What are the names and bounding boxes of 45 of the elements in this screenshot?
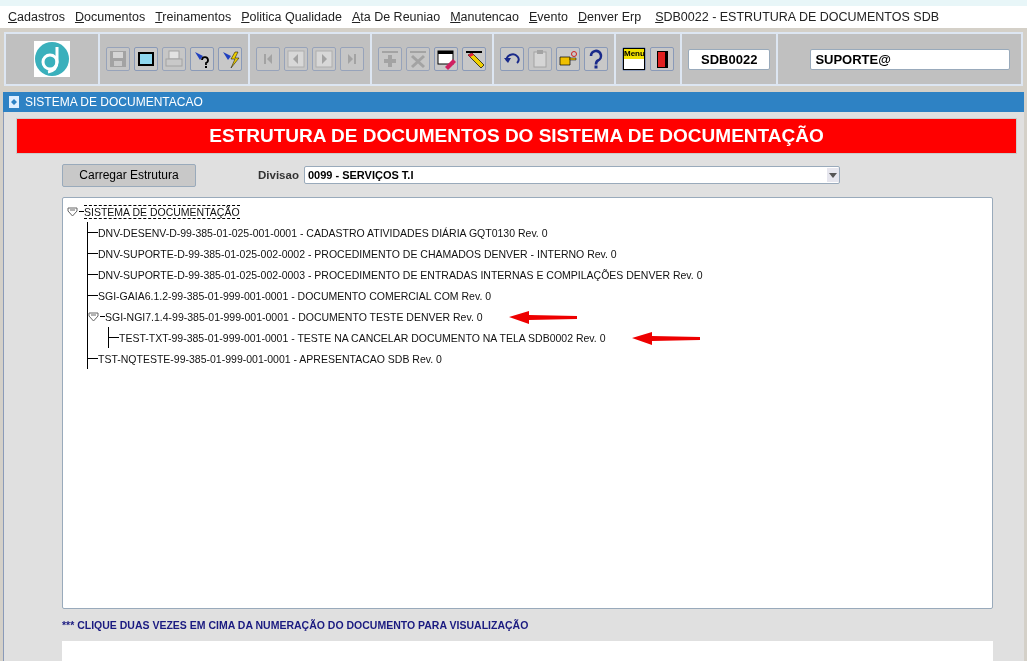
execute-button[interactable] bbox=[218, 47, 242, 71]
next-icon bbox=[313, 48, 335, 70]
exit-button[interactable] bbox=[650, 47, 674, 71]
tree-item[interactable]: DNV-DESENV-D-99-385-01-025-001-0001 - CADASTRO ATIVIDADES DIÁRIA GQT0130 Rev. 0 bbox=[98, 226, 548, 239]
edit-window-icon bbox=[435, 48, 457, 70]
window-title: SDB0022 - ESTRUTURA DE DOCUMENTOS SDB bbox=[655, 10, 940, 24]
tree-item[interactable]: DNV-SUPORTE-D-99-385-01-025-002-0002 - PROCEDIMENTO DE CHAMADOS DENVER - INTERNO Rev. 0 bbox=[98, 247, 617, 260]
user-field: SUPORTE@ bbox=[810, 48, 1011, 70]
delete-icon bbox=[407, 48, 429, 70]
tree-item[interactable]: SISTEMA DE DOCUMENTAÇÃO bbox=[84, 204, 240, 219]
add-icon bbox=[379, 48, 401, 70]
menu-item[interactable]: Documentos bbox=[75, 10, 146, 24]
query-button[interactable] bbox=[190, 47, 214, 71]
tree-item[interactable]: SGI-NGI7.1.4-99-385-01-999-001-0001 - DOCUMENTO TESTE DENVER Rev. 0 bbox=[105, 310, 483, 323]
tree-item[interactable]: TEST-TXT-99-385-01-999-001-0001 - TESTE NA CANCELAR DOCUMENTO NA TELA SDB0002 Rev. 0 bbox=[119, 331, 606, 344]
menu-button[interactable]: Menu bbox=[622, 47, 646, 71]
print-icon bbox=[163, 48, 185, 70]
tree-item[interactable]: TST-NQTESTE-99-385-01-999-001-0001 - APRESENTACAO SDB Rev. 0 bbox=[98, 352, 442, 365]
menu-item[interactable]: Manutencao bbox=[450, 10, 519, 24]
hint-text: *** CLIQUE DUAS VEZES EM CIMA DA NUMERAÇÃO DO DOCUMENTO PARA VISUALIZAÇÃO bbox=[62, 619, 530, 631]
undo-button[interactable] bbox=[500, 47, 524, 71]
banner: ESTRUTURA DE DOCUMENTOS DO SISTEMA DE DOCUMENTAÇÃO bbox=[16, 118, 1017, 154]
edit-window-button[interactable] bbox=[434, 47, 458, 71]
load-structure-button[interactable]: Carregar Estrutura bbox=[62, 163, 196, 187]
menu-item[interactable]: Politica Qualidade bbox=[241, 10, 342, 24]
tree-item[interactable]: DNV-SUPORTE-D-99-385-01-025-002-0003 - PROCEDIMENTO DE ENTRADAS INTERNAS E COMPILAÇÕES DENVER Rev. 0 bbox=[98, 268, 703, 281]
menu-item[interactable]: Evento bbox=[529, 10, 568, 24]
save-icon bbox=[107, 48, 129, 70]
panel-title: SISTEMA DE DOCUMENTACAO bbox=[25, 95, 203, 109]
help-button[interactable] bbox=[584, 47, 608, 71]
form-code-field: SDB0022 bbox=[688, 48, 771, 70]
pencil-icon bbox=[463, 48, 485, 70]
caret-icon bbox=[828, 172, 837, 178]
pencil-button[interactable] bbox=[462, 47, 486, 71]
tree-item[interactable]: SGI-GAIA6.1.2-99-385-01-999-001-0001 - DOCUMENTO COMERCIAL COM Rev. 0 bbox=[98, 289, 492, 302]
menu-item[interactable]: Treinamentos bbox=[155, 10, 232, 24]
logo-icon bbox=[34, 41, 70, 77]
prev-icon bbox=[285, 48, 307, 70]
expander-icon[interactable] bbox=[67, 206, 78, 217]
menu-item[interactable]: Denver Erp bbox=[577, 10, 642, 24]
division-dropdown[interactable]: 0099 - SERVIÇOS T.I bbox=[303, 166, 840, 184]
division-label: Divisao bbox=[258, 169, 299, 181]
menu-item[interactable]: Cadastros bbox=[8, 10, 65, 24]
menu-item[interactable]: Ata De Reuniao bbox=[351, 10, 441, 24]
expander-icon[interactable] bbox=[88, 311, 99, 322]
